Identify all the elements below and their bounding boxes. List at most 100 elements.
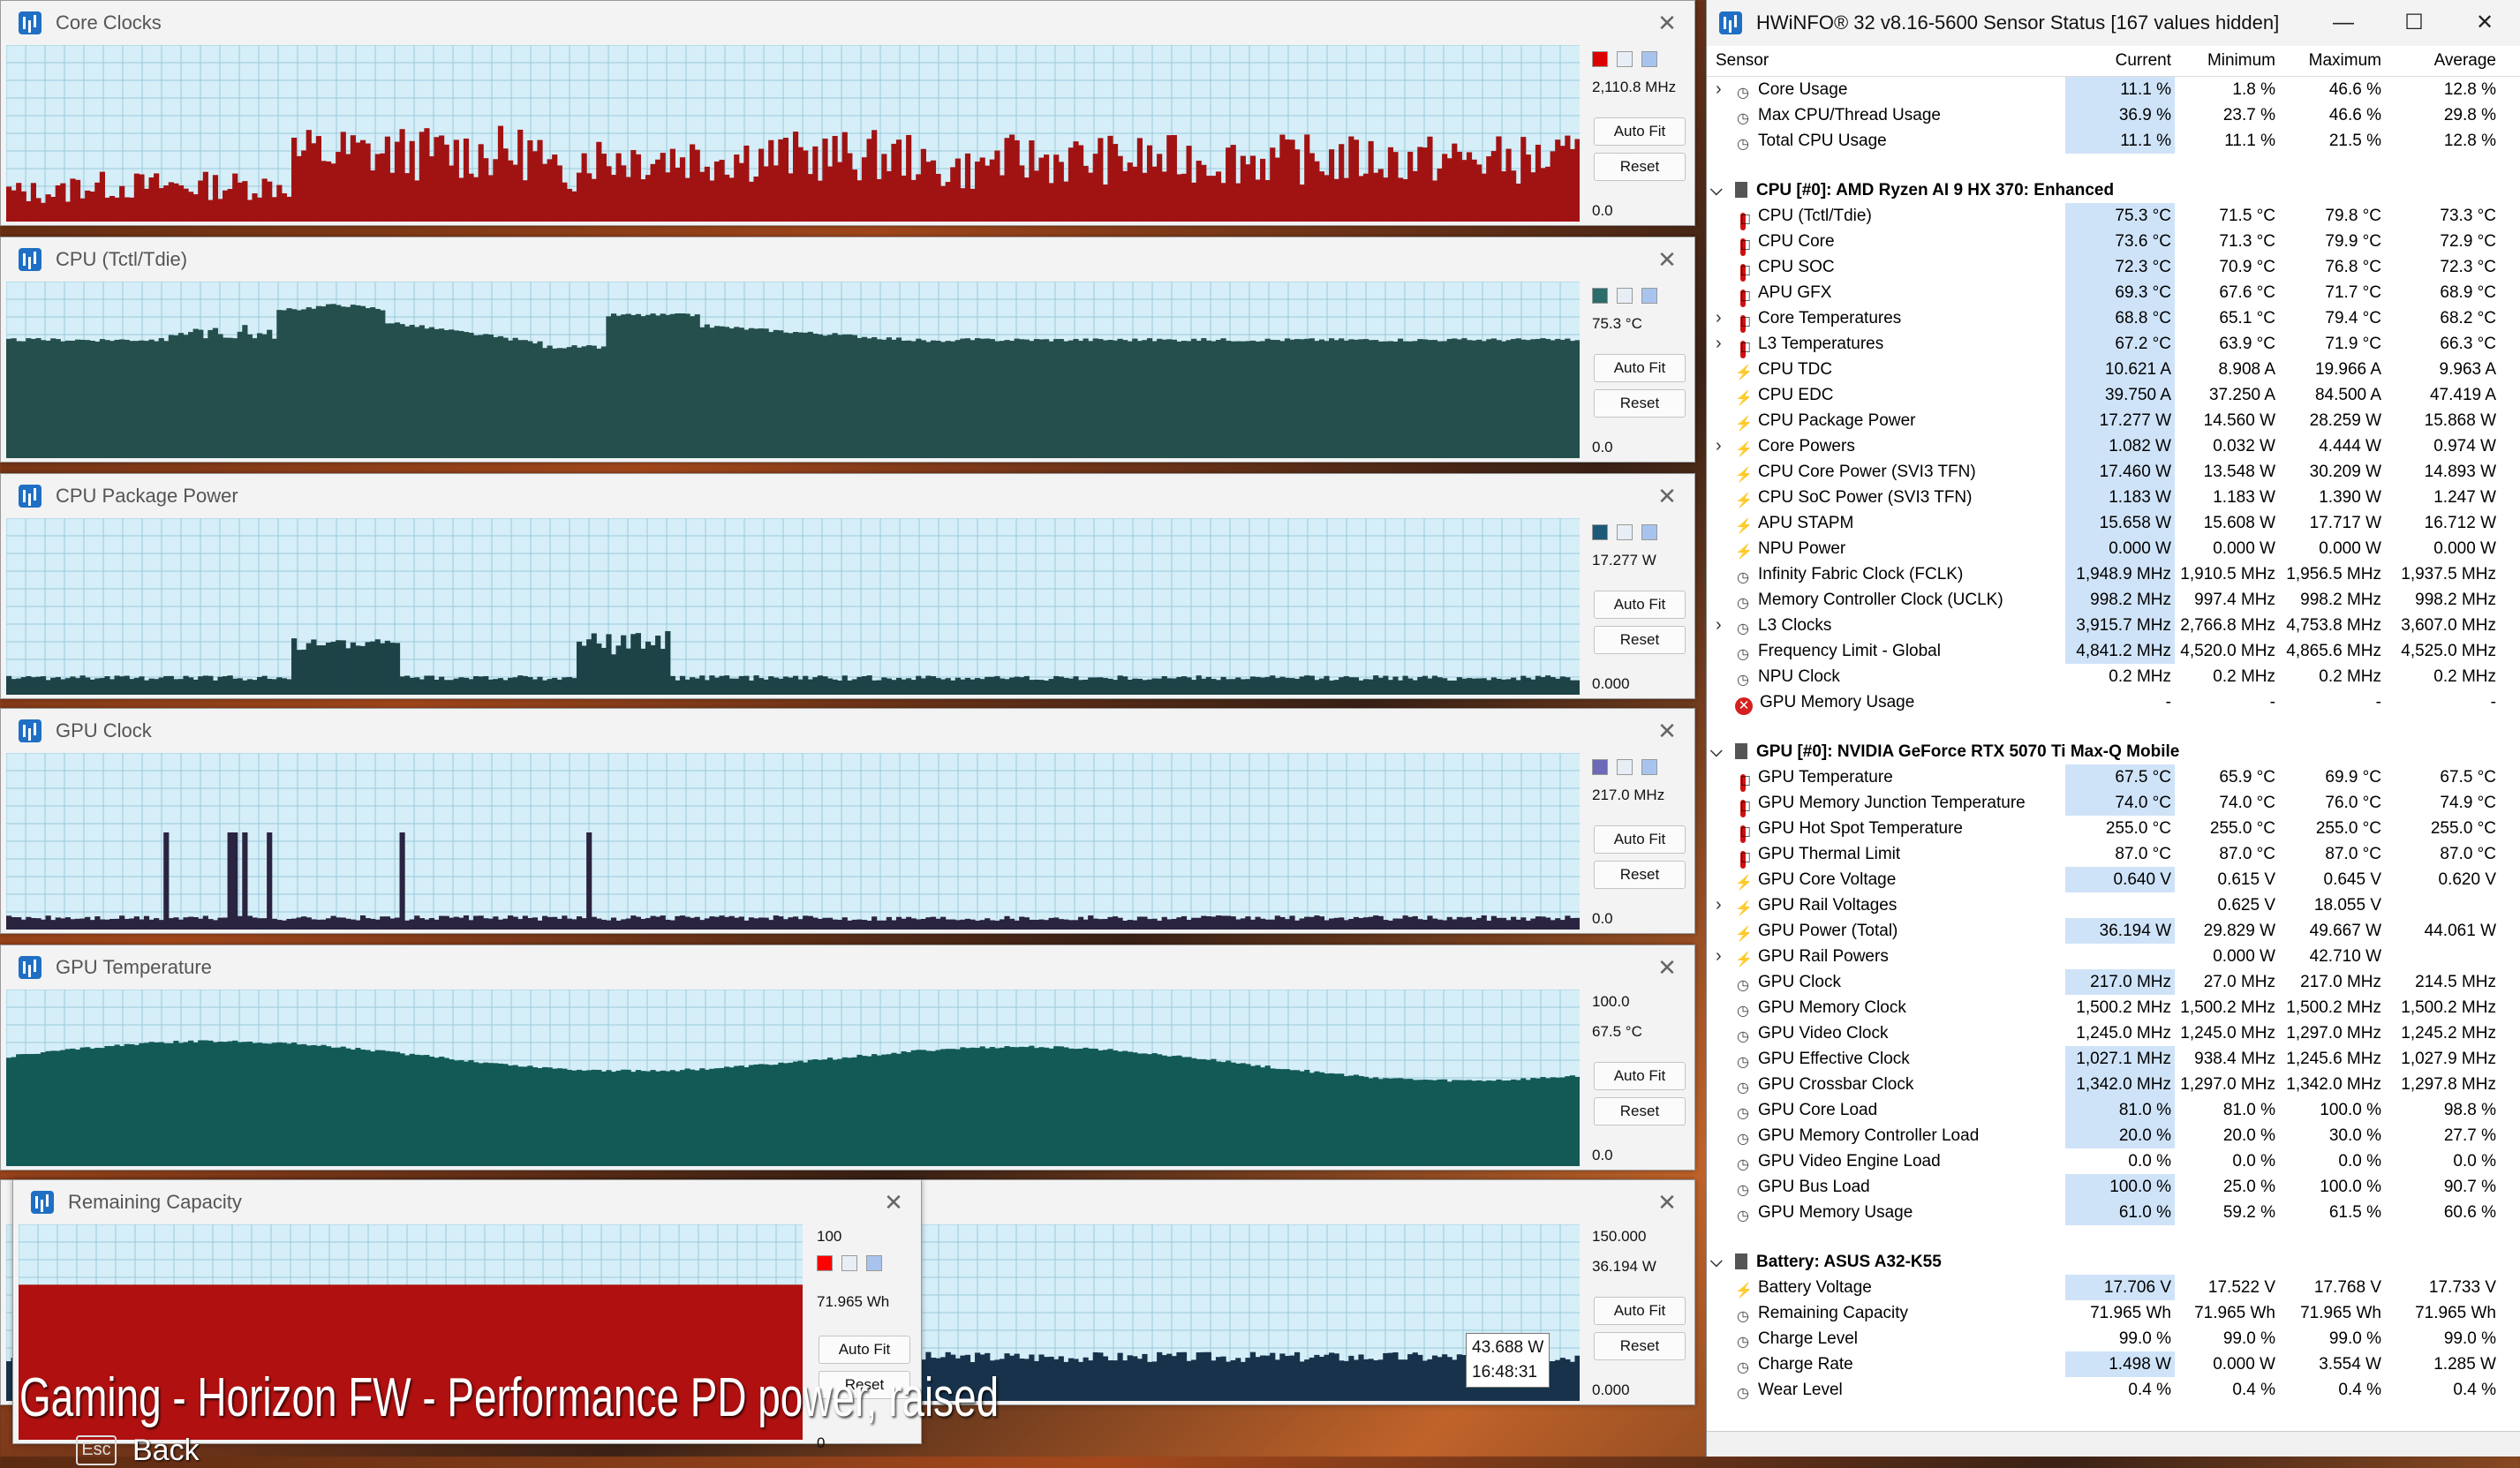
sensor-row[interactable]: GPU Memory Junction Temperature 74.0 °C … <box>1707 790 2520 817</box>
column-header-minimum[interactable]: Minimum <box>2171 46 2275 76</box>
graph-plot-area[interactable] <box>6 518 1580 695</box>
graph-plot-area[interactable] <box>6 282 1580 458</box>
graph-title-bar[interactable]: GPU Temperature ✕ <box>1 945 1694 990</box>
grid-color-swatch[interactable] <box>1641 288 1657 304</box>
sensor-row[interactable]: GPU Video Engine Load 0.0 % 0.0 % 0.0 % … <box>1707 1148 2520 1174</box>
graph-plot-area[interactable] <box>6 990 1580 1166</box>
close-icon[interactable]: ✕ <box>1654 483 1680 509</box>
sensor-row[interactable]: Infinity Fabric Clock (FCLK) 1,948.9 MHz… <box>1707 561 2520 587</box>
sensor-row[interactable]: CPU TDC 10.621 A 8.908 A 19.966 A 9.963 … <box>1707 357 2520 382</box>
graph-title-bar[interactable]: Core Clocks ✕ <box>1 1 1694 45</box>
background-color-swatch[interactable] <box>841 1255 857 1271</box>
auto-fit-button[interactable]: Auto Fit <box>1594 825 1686 854</box>
sensor-row[interactable]: Charge Rate 1.498 W 0.000 W 3.554 W 1.28… <box>1707 1351 2520 1377</box>
line-color-swatch[interactable] <box>817 1255 833 1271</box>
sensor-row[interactable]: GPU Core Voltage 0.640 V 0.615 V 0.645 V… <box>1707 867 2520 892</box>
graph-title-bar[interactable]: GPU Clock ✕ <box>1 709 1694 753</box>
sensor-row[interactable]: NPU Clock 0.2 MHz 0.2 MHz 0.2 MHz 0.2 MH… <box>1707 664 2520 689</box>
auto-fit-button[interactable]: Auto Fit <box>1594 1062 1686 1090</box>
column-header-current[interactable]: Current <box>2067 46 2171 76</box>
sensor-row[interactable]: GPU Crossbar Clock 1,342.0 MHz 1,297.0 M… <box>1707 1072 2520 1097</box>
sensor-row[interactable]: GPU Effective Clock 1,027.1 MHz 938.4 MH… <box>1707 1046 2520 1072</box>
graph-title-bar[interactable]: Remaining Capacity ✕ <box>13 1180 921 1224</box>
sensor-row[interactable]: Remaining Capacity 71.965 Wh 71.965 Wh 7… <box>1707 1300 2520 1326</box>
column-header-maximum[interactable]: Maximum <box>2275 46 2381 76</box>
reset-button[interactable]: Reset <box>1594 861 1686 889</box>
graph-window-g4[interactable]: GPU Clock ✕ 3000.0 217.0 MHz Auto Fit Re… <box>0 708 1695 934</box>
grid-color-swatch[interactable] <box>1641 759 1657 775</box>
close-icon[interactable]: ✕ <box>1654 954 1680 981</box>
graph-window-g2[interactable]: CPU (Tctl/Tdie) ✕ 100.0 75.3 °C Auto Fit… <box>0 237 1695 463</box>
sensor-row[interactable]: CPU Core 73.6 °C 71.3 °C 79.9 °C 72.9 °C <box>1707 229 2520 256</box>
sensor-row[interactable]: › L3 Temperatures 67.2 °C 63.9 °C 71.9 °C… <box>1707 331 2520 358</box>
graph-window-g5[interactable]: GPU Temperature ✕ 100.0 67.5 °C Auto Fit… <box>0 945 1695 1171</box>
column-header-sensor[interactable]: Sensor <box>1716 46 1769 76</box>
auto-fit-button[interactable]: Auto Fit <box>1594 117 1686 146</box>
reset-button[interactable]: Reset <box>1594 153 1686 181</box>
sensor-row[interactable]: APU GFX 69.3 °C 67.6 °C 71.7 °C 68.9 °C <box>1707 280 2520 307</box>
close-icon[interactable]: ✕ <box>1654 246 1680 273</box>
graph-title-bar[interactable]: CPU (Tctl/Tdie) ✕ <box>1 237 1694 282</box>
sensor-group-header[interactable]: ⌵ CPU [#0]: AMD Ryzen AI 9 HX 370: Enhanc… <box>1707 177 2520 203</box>
graph-window-g3[interactable]: CPU Package Power ✕ 150.000 17.277 W Aut… <box>0 473 1695 699</box>
grid-color-swatch[interactable] <box>1641 51 1657 67</box>
expand-chevron-icon[interactable]: › <box>1716 331 1735 357</box>
auto-fit-button[interactable]: Auto Fit <box>819 1336 910 1364</box>
sensor-row[interactable]: ›GPU Rail Voltages 0.625 V 18.055 V <box>1707 892 2520 918</box>
graph-plot-area[interactable] <box>6 753 1580 930</box>
grid-color-swatch[interactable] <box>866 1255 882 1271</box>
reset-button[interactable]: Reset <box>1594 626 1686 654</box>
close-icon[interactable]: ✕ <box>880 1189 907 1216</box>
sensor-row[interactable]: Frequency Limit - Global 4,841.2 MHz 4,5… <box>1707 638 2520 664</box>
reset-button[interactable]: Reset <box>1594 1332 1686 1360</box>
sensor-row[interactable]: CPU SOC 72.3 °C 70.9 °C 76.8 °C 72.3 °C <box>1707 254 2520 282</box>
sensor-row[interactable]: › Core Temperatures 68.8 °C 65.1 °C 79.4 … <box>1707 305 2520 333</box>
reset-button[interactable]: Reset <box>1594 1097 1686 1125</box>
collapse-chevron-icon[interactable]: ⌵ <box>1710 177 1730 203</box>
sensor-row[interactable]: GPU Temperature 67.5 °C 65.9 °C 69.9 °C … <box>1707 764 2520 792</box>
auto-fit-button[interactable]: Auto Fit <box>1594 1297 1686 1325</box>
sensor-group-header[interactable]: ⌵ Battery: ASUS A32-K55 <box>1707 1249 2520 1275</box>
sensor-row[interactable]: APU STAPM 15.658 W 15.608 W 17.717 W 16.… <box>1707 510 2520 536</box>
auto-fit-button[interactable]: Auto Fit <box>1594 591 1686 619</box>
sensor-row[interactable]: ›Core Usage 11.1 % 1.8 % 46.6 % 12.8 % <box>1707 77 2520 102</box>
close-button[interactable]: ✕ <box>2449 0 2520 46</box>
sensor-row[interactable]: Memory Controller Clock (UCLK) 998.2 MHz… <box>1707 587 2520 613</box>
maximize-button[interactable]: ☐ <box>2379 0 2449 46</box>
collapse-chevron-icon[interactable]: ⌵ <box>1710 739 1730 764</box>
sensor-row[interactable]: Total CPU Usage 11.1 % 11.1 % 21.5 % 12.… <box>1707 128 2520 154</box>
sensor-row[interactable]: CPU SoC Power (SVI3 TFN) 1.183 W 1.183 W… <box>1707 485 2520 510</box>
sensor-row[interactable]: ›Core Powers 1.082 W 0.032 W 4.444 W 0.9… <box>1707 433 2520 459</box>
sensor-row[interactable]: NPU Power 0.000 W 0.000 W 0.000 W 0.000 … <box>1707 536 2520 561</box>
sensor-row[interactable]: ›L3 Clocks 3,915.7 MHz 2,766.8 MHz 4,753… <box>1707 613 2520 638</box>
sensor-row[interactable]: Charge Level 99.0 % 99.0 % 99.0 % 99.0 % <box>1707 1326 2520 1351</box>
sensor-row[interactable]: CPU (Tctl/Tdie) 75.3 °C 71.5 °C 79.8 °C … <box>1707 203 2520 230</box>
sensor-row[interactable]: ✕ GPU Memory Usage - - - - <box>1707 689 2520 715</box>
hwinfo-title-bar[interactable]: HWiNFO® 32 v8.16-5600 Sensor Status [167… <box>1707 0 2520 46</box>
sensor-row[interactable]: CPU EDC 39.750 A 37.250 A 84.500 A 47.41… <box>1707 382 2520 408</box>
sensor-row[interactable]: GPU Clock 217.0 MHz 27.0 MHz 217.0 MHz 2… <box>1707 969 2520 995</box>
sensor-row[interactable]: GPU Hot Spot Temperature 255.0 °C 255.0 … <box>1707 816 2520 843</box>
auto-fit-button[interactable]: Auto Fit <box>1594 354 1686 382</box>
minimize-button[interactable]: — <box>2308 0 2379 46</box>
expand-chevron-icon[interactable]: › <box>1716 944 1735 969</box>
sensor-row[interactable]: GPU Memory Controller Load 20.0 % 20.0 %… <box>1707 1123 2520 1148</box>
expand-chevron-icon[interactable]: › <box>1716 892 1735 918</box>
close-icon[interactable]: ✕ <box>1654 718 1680 744</box>
graph-plot-area[interactable] <box>6 45 1580 222</box>
graph-title-bar[interactable]: CPU Package Power ✕ <box>1 474 1694 518</box>
collapse-chevron-icon[interactable]: ⌵ <box>1710 1249 1730 1275</box>
column-header-average[interactable]: Average <box>2381 46 2496 76</box>
sensor-row[interactable]: GPU Video Clock 1,245.0 MHz 1,245.0 MHz … <box>1707 1020 2520 1046</box>
sensor-row[interactable]: GPU Memory Usage 61.0 % 59.2 % 61.5 % 60… <box>1707 1200 2520 1225</box>
sensor-row[interactable]: CPU Core Power (SVI3 TFN) 17.460 W 13.54… <box>1707 459 2520 485</box>
graph-window-g1[interactable]: Core Clocks ✕ 5000.0 2,110.8 MHz Auto Fi… <box>0 0 1695 226</box>
sensor-row[interactable]: GPU Bus Load 100.0 % 25.0 % 100.0 % 90.7… <box>1707 1174 2520 1200</box>
close-icon[interactable]: ✕ <box>1654 10 1680 36</box>
sensor-group-header[interactable]: ⌵ GPU [#0]: NVIDIA GeForce RTX 5070 Ti Ma… <box>1707 739 2520 764</box>
sensor-row[interactable]: GPU Thermal Limit 87.0 °C 87.0 °C 87.0 °… <box>1707 841 2520 869</box>
reset-button[interactable]: Reset <box>1594 389 1686 418</box>
sensor-row[interactable]: GPU Memory Clock 1,500.2 MHz 1,500.2 MHz… <box>1707 995 2520 1020</box>
sensor-row[interactable]: CPU Package Power 17.277 W 14.560 W 28.2… <box>1707 408 2520 433</box>
expand-chevron-icon[interactable]: › <box>1716 77 1735 102</box>
